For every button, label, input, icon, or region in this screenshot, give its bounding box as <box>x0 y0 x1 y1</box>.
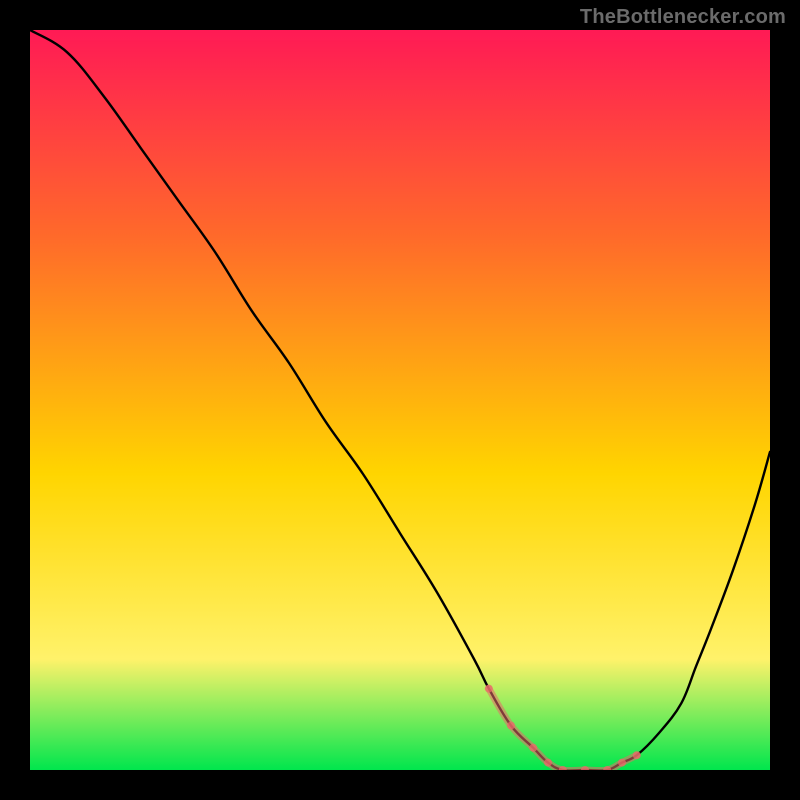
accent-dot <box>633 751 641 759</box>
accent-dot <box>507 722 515 730</box>
accent-dot <box>529 744 537 752</box>
accent-dot <box>618 759 626 767</box>
chart-svg <box>30 30 770 770</box>
accent-dot <box>485 685 493 693</box>
chart-stage: TheBottlenecker.com <box>0 0 800 800</box>
gradient-background <box>30 30 770 770</box>
watermark-text: TheBottlenecker.com <box>580 6 786 29</box>
plot-area <box>30 30 770 770</box>
accent-dot <box>544 759 552 767</box>
